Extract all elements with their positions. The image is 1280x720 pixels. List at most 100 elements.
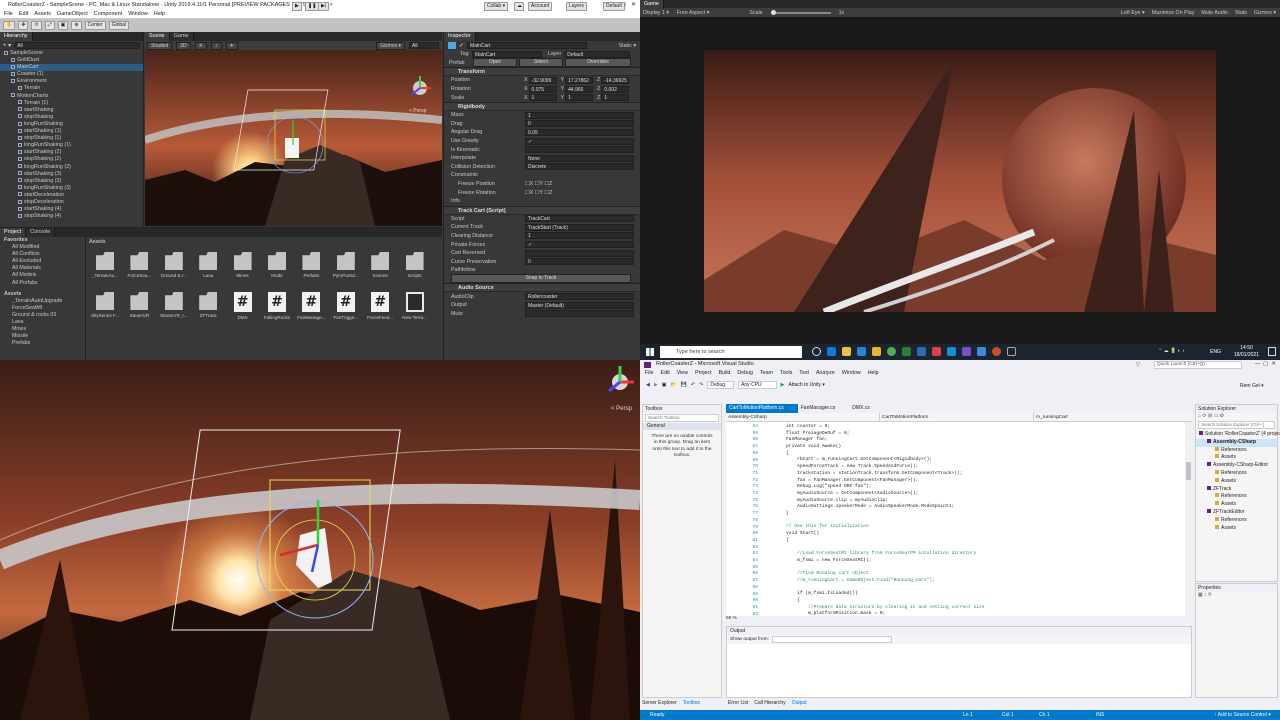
rigidbody-value-field[interactable] [525, 146, 634, 154]
favorite-item[interactable]: All Prefabs [0, 280, 85, 287]
vs-menu-help[interactable]: Help [868, 369, 879, 378]
constraints-foldout[interactable]: Constraints [451, 172, 478, 178]
hierarchy-item[interactable]: startShaking (4) [0, 206, 143, 213]
asset-folder-item[interactable]: Ground & rocks 03 [0, 312, 85, 319]
vs-menu-tools[interactable]: Tools [780, 369, 792, 378]
tab-scene[interactable]: Scene [145, 32, 170, 41]
scale-z-field[interactable]: 1 [601, 94, 630, 102]
vs-menu-file[interactable]: File [645, 369, 654, 378]
vs-menu-team[interactable]: Team [760, 369, 773, 378]
project-breadcrumb[interactable]: Assets [89, 239, 106, 245]
outlook-icon[interactable] [977, 347, 986, 356]
asset-folder-item[interactable]: Prefabs [0, 340, 85, 347]
account-dropdown[interactable]: Account [528, 2, 553, 11]
nav-class-dropdown[interactable]: CartToMotionPlatform [880, 413, 1034, 421]
scene-viewport[interactable]: < Persp [145, 50, 442, 226]
redo-icon[interactable]: ↷ [699, 382, 703, 388]
tab-game-view[interactable]: Game [640, 0, 664, 9]
scale-x-field[interactable]: 1 [528, 94, 557, 102]
info-foldout[interactable]: Info [451, 198, 460, 204]
document-tab[interactable]: CartToMotionPlatform.cs [726, 404, 798, 413]
freeze-position-toggles[interactable]: ☐X ☐Y ☐Z [525, 181, 552, 187]
hierarchy-item[interactable]: longRunShaking [0, 121, 143, 128]
code-line[interactable]: speedForceTrack = new Track.SpeedAndForc… [764, 464, 985, 471]
solution-item[interactable]: Assets [1196, 454, 1277, 462]
asset-item[interactable]: # ForceFeed... [365, 292, 395, 320]
code-line[interactable]: // Use this for initialization [764, 524, 985, 531]
code-line[interactable]: m_fsmi = new ForceSeatMI(); [764, 558, 985, 565]
scale-slider[interactable] [770, 9, 831, 15]
asset-folder-item[interactable]: _TerrainAutoUpgrade [0, 298, 85, 305]
rigidbody-value-field[interactable]: ✓ [525, 137, 634, 145]
prefab-select-button[interactable]: Select [519, 58, 563, 68]
audio-icon[interactable]: ♪ [211, 41, 222, 50]
snap-to-track-button[interactable]: Snap to Track [451, 274, 631, 284]
asset-item[interactable]: # FanManage... [296, 292, 326, 320]
document-tab[interactable]: DMX.cs [849, 404, 884, 413]
game-option-0[interactable]: Left Eye ▾ [1121, 10, 1145, 16]
asset-item[interactable]: # FanTrigge... [331, 292, 361, 320]
task-view-icon[interactable] [812, 347, 821, 356]
hierarchy-item[interactable]: longRunShaking (1) [0, 142, 143, 149]
game-option-2[interactable]: Mute Audio [1201, 10, 1228, 16]
tab-hierarchy[interactable]: Hierarchy [0, 32, 33, 41]
favorite-item[interactable]: All Materials [0, 265, 85, 272]
solution-item[interactable]: ZFTrack [1196, 485, 1277, 494]
hierarchy-item[interactable]: Environment [0, 78, 143, 85]
solution-item[interactable]: Assets [1196, 501, 1277, 509]
powerpoint-icon[interactable] [992, 347, 1001, 356]
solution-search-input[interactable]: Search Solution Explorer (Ctrl+;) [1198, 421, 1275, 429]
solution-item[interactable]: References [1196, 493, 1277, 501]
cloud-icon[interactable]: ☁ [514, 2, 524, 11]
tab-game[interactable]: Game [169, 32, 194, 41]
tab-project[interactable]: Project [0, 228, 27, 237]
rigidbody-value-field[interactable]: 0.05 [525, 128, 634, 136]
rigidbody-value-field[interactable]: None [525, 154, 634, 162]
toolbox-group-general[interactable]: General [643, 423, 721, 430]
favorite-item[interactable]: All Models [0, 272, 85, 279]
code-line[interactable]: void Start() [764, 531, 985, 538]
assets-root[interactable]: Assets [0, 291, 85, 298]
rigidbody-header[interactable]: Rigidbody [444, 101, 640, 111]
code-line[interactable]: //Find Running cart object [764, 571, 985, 578]
output-bottom-tab[interactable]: Call Hierarchy [754, 700, 785, 706]
asset-item[interactable]: SteamVR [124, 292, 154, 318]
vs-user-account[interactable]: Rem Gel ▾ [1240, 383, 1264, 389]
chrome-icon[interactable] [887, 347, 896, 356]
taskbar-search-input[interactable]: Type here to search [660, 346, 802, 358]
2d-toggle[interactable]: 2D [176, 41, 191, 50]
hierarchy-item[interactable]: startShaking [0, 107, 143, 114]
hierarchy-search-input[interactable]: All [14, 42, 140, 49]
layout-dropdown[interactable]: Default [603, 2, 625, 11]
position-x-field[interactable]: -32.9099 [528, 76, 557, 84]
effects-icon[interactable]: ✦ [225, 41, 238, 50]
rotate-tool-icon[interactable]: ⟳ [31, 21, 42, 30]
add-to-source-control[interactable]: ↑ Add to Source Control ▾ [1214, 710, 1271, 720]
code-line[interactable]: //Load ForceSeatMI library from ForceSea… [764, 551, 985, 558]
code-line[interactable]: AudioSettings.speakerMode = AudioSpeaker… [764, 504, 985, 511]
menu-help[interactable]: Help [154, 10, 165, 18]
hierarchy-item[interactable]: Coaster (1) [0, 71, 143, 78]
asset-item[interactable]: PyroParticl... [331, 252, 361, 278]
edge-icon[interactable] [827, 347, 836, 356]
layers-dropdown[interactable]: Layers [566, 2, 588, 11]
output-bottom-tab[interactable]: Error List [728, 700, 748, 706]
asset-folder-item[interactable]: Missile [0, 333, 85, 340]
transform-tool-icon[interactable]: ⊕ [71, 21, 82, 30]
output-source-dropdown[interactable] [771, 636, 892, 643]
game-option-3[interactable]: Stats [1235, 10, 1247, 16]
vs-menu-project[interactable]: Project [695, 369, 712, 378]
pathfollow-foldout[interactable]: Pathfollow [451, 267, 475, 273]
menu-file[interactable]: File [4, 10, 13, 18]
code-line[interactable]: Debug.Log("speed DMX fan"); [764, 484, 985, 491]
asset-item[interactable]: # FallingRocks [262, 292, 292, 320]
code-line[interactable]: trackstation = stationTrack.transform.Ge… [764, 471, 985, 478]
freeze-rotation-toggles[interactable]: ☐X ☐Y ☐Z [525, 190, 552, 196]
solution-item[interactable]: References [1196, 516, 1277, 525]
hierarchy-item[interactable]: Terrain [0, 85, 143, 92]
solution-item[interactable]: Assets [1196, 524, 1277, 533]
prefab-open-button[interactable]: Open [473, 58, 517, 68]
trackcart-value-field[interactable] [525, 249, 634, 257]
config-dropdown[interactable]: Debug [707, 380, 735, 389]
rotation-z-field[interactable]: 0.002 [601, 85, 630, 93]
